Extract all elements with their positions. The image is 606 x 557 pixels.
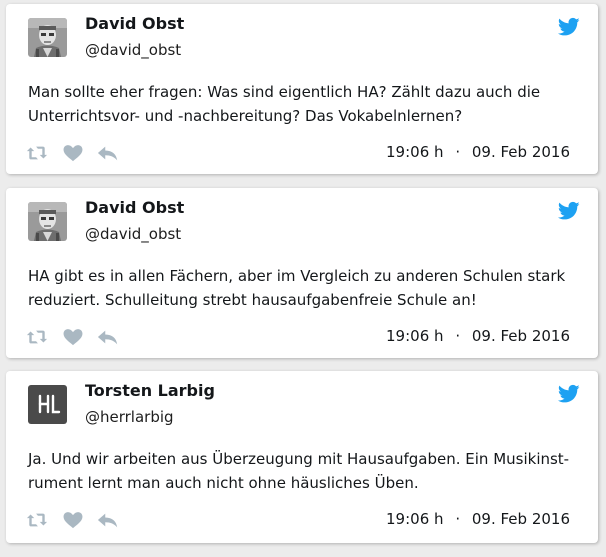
author-handle[interactable]: @david_obst: [85, 225, 181, 243]
heart-icon[interactable]: [62, 511, 84, 529]
tweet-text: Ja. Und wir arbeiten aus Überzeugung mit…: [28, 447, 578, 495]
tweet-text-line: HA gibt es in allen Fächern, aber im Ver…: [28, 267, 566, 285]
tweet-text-line: Unterrichtsvor- und -nachbereitung? Das …: [28, 107, 463, 125]
tweet-card: Torsten Larbig @herrlarbig Ja. Und wir a…: [6, 371, 598, 543]
author-name[interactable]: Torsten Larbig: [85, 381, 215, 400]
twitter-bird-icon[interactable]: [558, 201, 580, 221]
author-name[interactable]: David Obst: [85, 14, 184, 33]
avatar[interactable]: [28, 385, 67, 424]
tweet-text: HA gibt es in allen Fächern, aber im Ver…: [28, 264, 578, 312]
twitter-bird-icon[interactable]: [558, 17, 580, 37]
tweet-text-line: Man sollte eher fragen: Was sind eigentl…: [28, 83, 541, 101]
avatar[interactable]: [28, 202, 67, 241]
retweet-icon[interactable]: [26, 328, 48, 346]
author-handle[interactable]: @david_obst: [85, 41, 181, 59]
author-handle[interactable]: @herrlarbig: [85, 408, 174, 426]
tweet-text-line: Ja. Und wir arbeiten aus Überzeugung mit…: [28, 450, 570, 468]
tweet-text-line: rument lernt man auch nicht ohne häuslic…: [28, 474, 419, 492]
tweet-text: Man sollte eher fragen: Was sind eigentl…: [28, 80, 578, 128]
heart-icon[interactable]: [62, 328, 84, 346]
retweet-icon[interactable]: [26, 144, 48, 162]
tweet-text-line: reduziert. Schulleitung strebt hausaufga…: [28, 291, 477, 309]
tweet-date: 09. Feb 2016: [471, 510, 570, 528]
tweet-date: 09. Feb 2016: [471, 143, 570, 161]
tweet-card: David Obst @david_obst HA gibt es in all…: [6, 188, 598, 358]
reply-icon[interactable]: [97, 328, 119, 346]
separator: ·: [455, 510, 461, 528]
author-name[interactable]: David Obst: [85, 198, 184, 217]
tweet-date: 09. Feb 2016: [471, 327, 570, 345]
tweet-time: 19:06 h: [386, 143, 444, 161]
reply-icon[interactable]: [97, 511, 119, 529]
tweet-time: 19:06 h: [386, 327, 444, 345]
heart-icon[interactable]: [62, 144, 84, 162]
avatar[interactable]: [28, 18, 67, 57]
reply-icon[interactable]: [97, 144, 119, 162]
tweet-card: David Obst @david_obst Man sollte eher f…: [6, 4, 598, 174]
timestamp[interactable]: 19:06 h · 09. Feb 2016: [386, 327, 570, 345]
separator: ·: [455, 327, 461, 345]
retweet-icon[interactable]: [26, 511, 48, 529]
timestamp[interactable]: 19:06 h · 09. Feb 2016: [386, 510, 570, 528]
separator: ·: [455, 143, 461, 161]
tweet-time: 19:06 h: [386, 510, 444, 528]
twitter-bird-icon[interactable]: [558, 384, 580, 404]
timestamp[interactable]: 19:06 h · 09. Feb 2016: [386, 143, 570, 161]
